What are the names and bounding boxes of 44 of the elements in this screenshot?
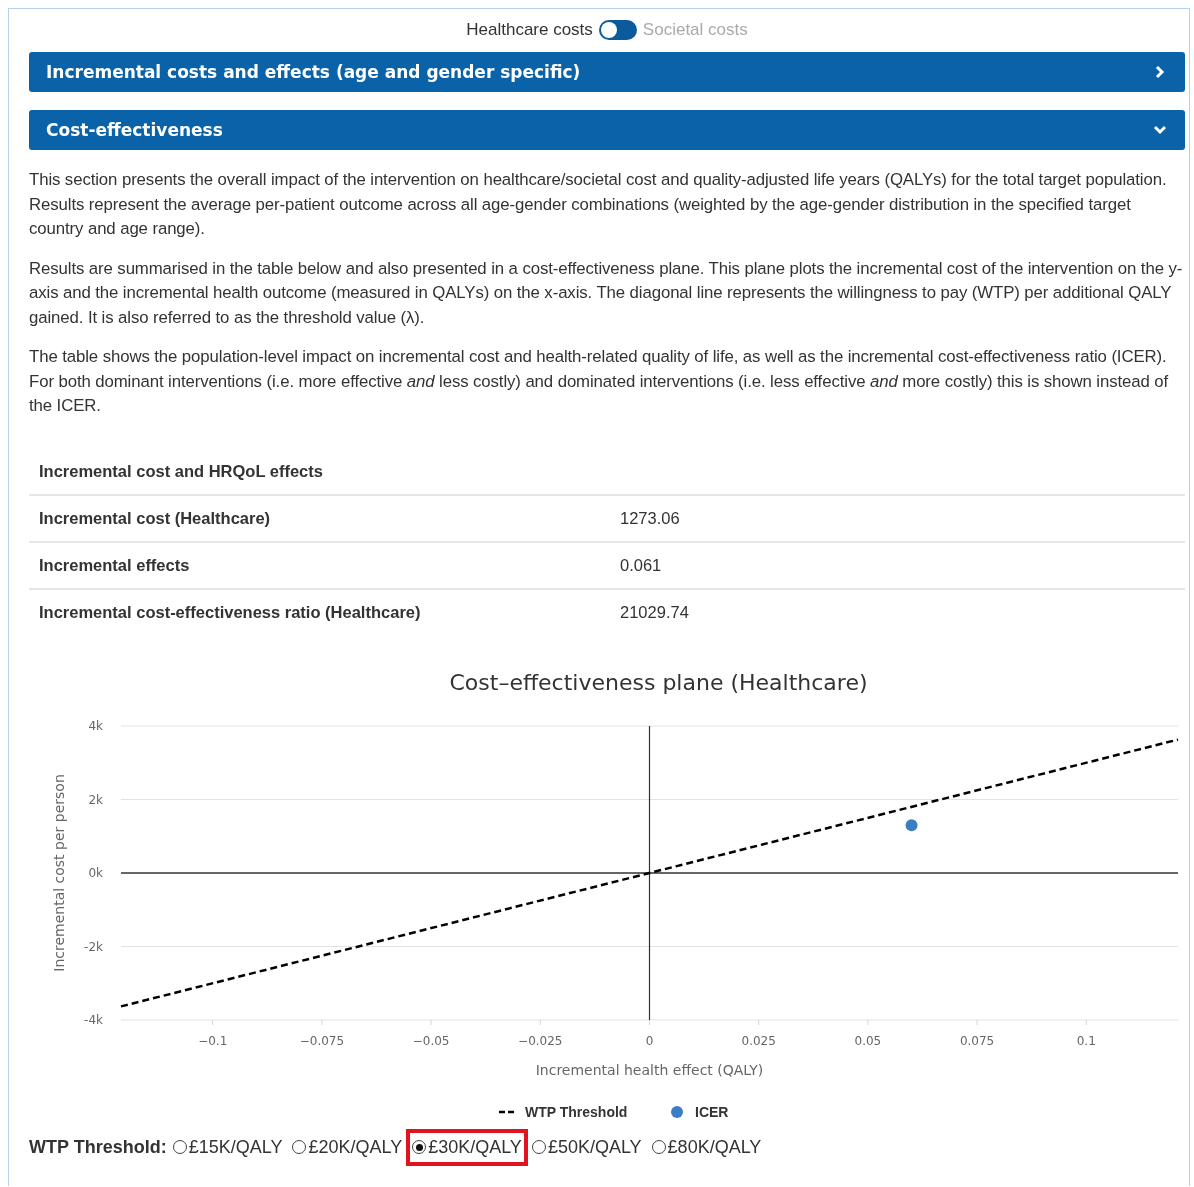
toggle-label: Healthcare costs [466,20,593,40]
chevron-down-icon [1153,123,1167,137]
description-paragraph: The table shows the population-level impact on incremental cost and health-related quality of life, as well as the incremental cost-effectiveness ratio (ICER). For both dominant interventions (i.e. more effective and less costly) and dominated interventions (i.e. less effective and more costly) this is shown instead of the ICER. [29,346,1170,417]
toggle-label: Societal costs [642,20,748,40]
row-value: 0.061 [620,555,662,575]
x-tick-label: 0 [645,1033,654,1048]
row-value: 1273.06 [620,508,680,528]
row-value: 21029.74 [620,602,689,622]
wtp-radio[interactable]: £50K/QALY [529,1132,644,1162]
x-tick-label: 0.025 [741,1033,776,1048]
table-title: Incremental cost and HRQoL effects [39,461,324,481]
x-tick-label: −0.075 [299,1033,345,1048]
legend-label: ICER [695,1103,729,1120]
x-tick-label: 0.05 [854,1033,882,1048]
wtp-radio[interactable]: £15K/QALY [170,1132,285,1162]
x-tick-label: 0.075 [959,1033,995,1048]
wtp-label: WTP Threshold: [29,1136,167,1158]
description-paragraph: Results are summarised in the table below and also presented in a cost-effectiveness plane. This plane plots the incremental cost of the intervention on the y-axis and the incremental health outcome (measured in QALYs) on the x-axis. The diagonal line represents the willingness to pay (WTP) per additional QALY gained. It is also referred to as the threshold value (λ). [29,257,1184,329]
x-tick-label: −0.1 [198,1033,228,1048]
x-tick-label: −0.025 [518,1033,563,1048]
x-tick-label: 0.1 [1076,1033,1096,1048]
y-tick-label: 2k [88,792,103,806]
wtp-radio[interactable]: £20K/QALY [290,1132,405,1162]
y-tick-label: 4k [88,718,103,733]
chart-title: Cost–effectiveness plane (Healthcare) [449,669,868,695]
y-tick-label: 0k [88,865,103,880]
chevron-right-icon [1153,65,1167,79]
row-label: Incremental effects [39,555,191,575]
y-axis-title: Incremental cost per person [51,773,67,972]
legend-dot-icon [671,1105,683,1118]
row-label: Incremental cost-effectiveness ratio (Healthcare) [39,602,422,622]
accordion-header[interactable]: Incremental costs and effects (age and gender specific) [29,52,1185,92]
legend-label: WTP Threshold [525,1103,628,1120]
cost-toggle[interactable] [598,20,637,40]
description-paragraph: This section presents the overall impact of the intervention on healthcare/societal cost and quality-adjusted life years (QALYs) for the total target population. Results represent the average per-patient outcome across all age-gender combinations (weighted by the age-gender distribution in the specified target country and age range). [29,169,1168,240]
wtp-radio[interactable]: £80K/QALY [649,1132,764,1162]
y-tick-label: -4k [84,1012,103,1027]
x-tick-label: −0.05 [412,1033,450,1048]
legend-dash-icon [499,1110,515,1113]
accordion-header[interactable]: Cost-effectiveness [29,110,1185,150]
icer-point [905,818,918,831]
x-axis-title: Incremental health effect (QALY) [535,1061,764,1078]
row-label: Incremental cost (Healthcare) [39,508,272,528]
y-tick-label: -2k [84,939,103,953]
